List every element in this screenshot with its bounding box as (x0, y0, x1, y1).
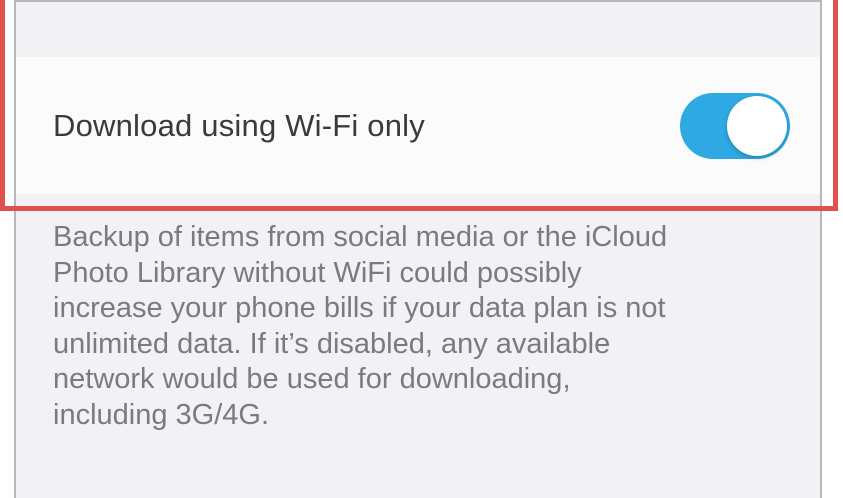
wifi-only-label: Download using Wi-Fi only (53, 107, 425, 143)
description-line: increase your phone bills if your data p… (53, 292, 666, 324)
wifi-only-setting-row[interactable]: Download using Wi-Fi only (16, 57, 820, 194)
description-line: network would be used for downloading, (53, 363, 571, 395)
settings-screen: Download using Wi-Fi only Backup of item… (14, 0, 822, 498)
wifi-only-description: Backup of items from social media or the… (53, 220, 793, 433)
wifi-only-toggle[interactable] (680, 92, 790, 159)
toggle-knob (727, 95, 787, 156)
description-line: Photo Library without WiFi could possibl… (53, 256, 582, 289)
description-line: Backup of items from social media or the… (53, 221, 668, 253)
description-line: unlimited data. If it’s disabled, any av… (53, 327, 611, 360)
description-line: including 3G/4G. (53, 398, 270, 431)
